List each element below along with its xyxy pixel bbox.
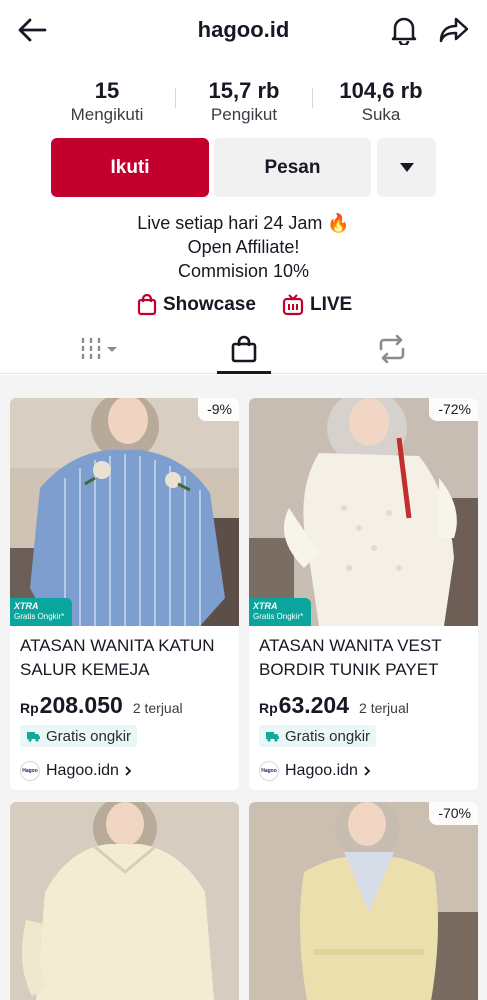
active-tab-indicator: [217, 371, 271, 374]
stat-followers[interactable]: 15,7 rb Pengikut: [179, 78, 309, 126]
share-icon: [439, 17, 469, 43]
truck-icon: [27, 732, 40, 742]
showcase-link[interactable]: Showcase: [137, 294, 256, 316]
xtra-label: XTRA: [253, 601, 278, 611]
discount-badge: -70%: [429, 802, 478, 825]
seller-name: Hagoo.idn: [46, 762, 119, 779]
more-button[interactable]: [377, 138, 436, 197]
followers-count: 15,7 rb: [208, 78, 280, 103]
seller-logo: Hagoo: [259, 761, 279, 781]
profile-bio: Live setiap hari 24 Jam 🔥 Open Affiliate…: [0, 211, 487, 283]
divider: [312, 88, 313, 108]
truck-icon: [266, 732, 279, 742]
bio-line: Live setiap hari 24 Jam 🔥: [137, 213, 350, 233]
xtra-sub: Gratis Ongkir*: [253, 612, 304, 621]
discount-badge: -9%: [198, 398, 239, 421]
shipping-label: Gratis ongkir: [285, 727, 371, 745]
product-grid: -9% XTRA Gratis Ongkir* ATASAN WANITA KA…: [0, 375, 487, 1000]
following-label: Mengikuti: [70, 105, 144, 124]
seller-link[interactable]: Hagoo Hagoo.idn: [20, 761, 229, 781]
bio-line: Commision 10%: [177, 261, 310, 281]
sold-count: 2 terjual: [359, 700, 409, 716]
caret-down-icon: [399, 163, 414, 172]
videos-grid-icon: [81, 337, 117, 360]
xtra-badge: XTRA Gratis Ongkir*: [249, 598, 311, 626]
seller-link[interactable]: Hagoo Hagoo.idn: [259, 761, 468, 781]
profile-links: Showcase LIVE: [0, 294, 487, 322]
xtra-sub: Gratis Ongkir*: [14, 612, 65, 621]
discount-badge: -72%: [429, 398, 478, 421]
product-card[interactable]: -9% XTRA Gratis Ongkir* ATASAN WANITA KA…: [10, 398, 239, 790]
xtra-label: XTRA: [14, 601, 39, 611]
free-shipping-badge: Gratis ongkir: [259, 725, 377, 747]
live-label: LIVE: [310, 294, 353, 315]
seller-name: Hagoo.idn: [285, 762, 358, 779]
product-card[interactable]: -72% XTRA Gratis Ongkir* ATASAN WANITA V…: [249, 398, 478, 790]
tab-shop[interactable]: [184, 326, 304, 372]
profile-actions: Ikuti Pesan: [0, 138, 487, 198]
bell-icon: [391, 17, 417, 45]
currency: Rp: [20, 700, 39, 716]
notification-button[interactable]: [386, 12, 422, 48]
followers-label: Pengikut: [210, 105, 278, 124]
product-card[interactable]: -70%: [249, 802, 478, 1000]
xtra-badge: XTRA Gratis Ongkir*: [10, 598, 72, 626]
share-button[interactable]: [434, 12, 474, 48]
stat-likes[interactable]: 104,6 rb Suka: [316, 78, 446, 126]
profile-stats: 15 Mengikuti 15,7 rb Pengikut 104,6 rb S…: [0, 78, 487, 128]
divider: [175, 88, 176, 108]
showcase-label: Showcase: [163, 294, 256, 315]
product-name: ATASAN WANITA VEST BORDIR TUNIK PAYET BL…: [259, 636, 442, 679]
product-name: ATASAN WANITA KATUN SALUR KEMEJA WANITA.…: [20, 636, 215, 679]
bio-line: Open Affiliate!: [187, 237, 300, 257]
top-bar: hagoo.id: [0, 0, 487, 62]
following-count: 15: [94, 78, 120, 103]
seller-logo: Hagoo: [20, 761, 40, 781]
shopping-bag-icon: [137, 294, 157, 316]
product-image: -72% XTRA Gratis Ongkir*: [249, 398, 478, 626]
product-price: 208.050: [39, 692, 123, 718]
product-image: [10, 802, 239, 1000]
message-button[interactable]: Pesan: [214, 138, 371, 197]
follow-button[interactable]: Ikuti: [51, 138, 209, 197]
likes-label: Suka: [361, 105, 401, 124]
likes-count: 104,6 rb: [339, 78, 423, 103]
product-image: -9% XTRA Gratis Ongkir*: [10, 398, 239, 626]
sold-count: 2 terjual: [132, 700, 183, 716]
tab-reposts[interactable]: [332, 326, 452, 372]
free-shipping-badge: Gratis ongkir: [20, 725, 138, 747]
stat-following[interactable]: 15 Mengikuti: [42, 78, 172, 126]
live-link[interactable]: LIVE: [282, 294, 352, 316]
shipping-label: Gratis ongkir: [46, 727, 132, 745]
chevron-right-icon: [125, 766, 132, 776]
currency: Rp: [259, 700, 278, 716]
product-image: -70%: [249, 802, 478, 1000]
shopping-bag-icon: [231, 335, 257, 363]
chevron-right-icon: [364, 766, 371, 776]
profile-tabs: [0, 326, 487, 374]
tab-videos[interactable]: [40, 326, 160, 372]
repost-icon: [379, 335, 405, 363]
product-price: 63.204: [278, 692, 350, 718]
live-tv-icon: [282, 294, 304, 316]
product-card[interactable]: [10, 802, 239, 1000]
